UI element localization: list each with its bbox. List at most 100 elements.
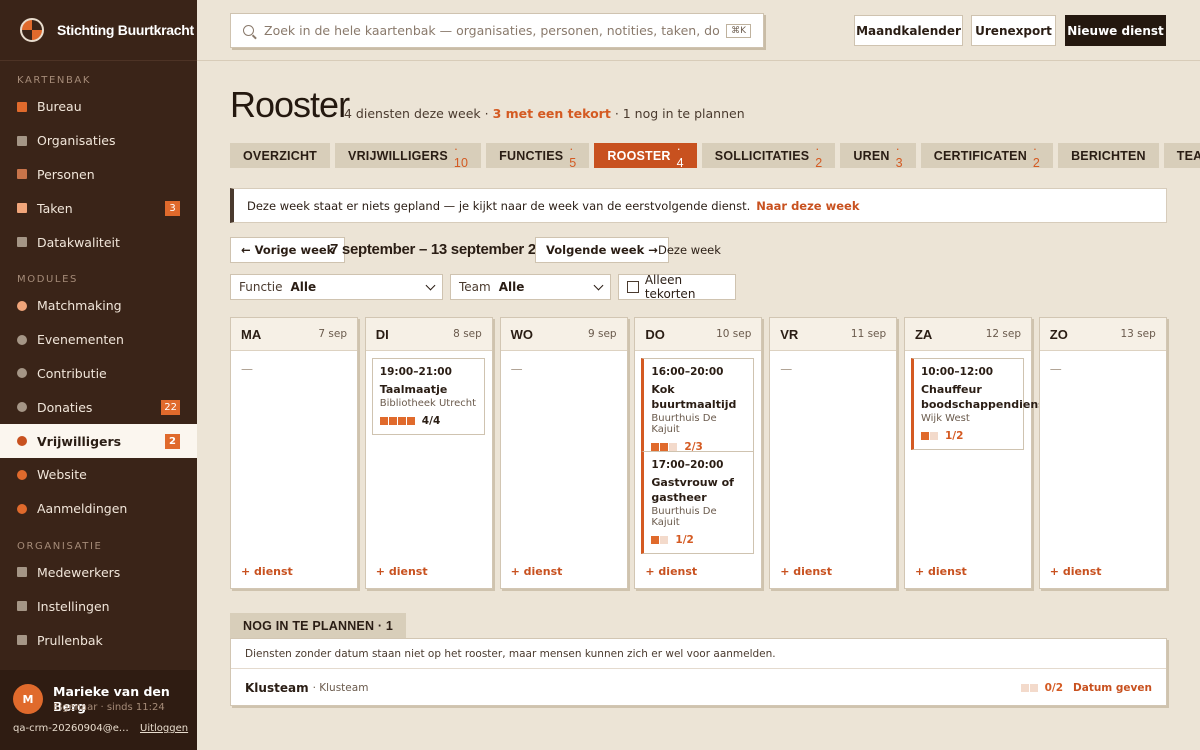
unplanned-tab[interactable]: NOG IN TE PLANNEN · 1: [230, 613, 407, 638]
to-this-week-link[interactable]: Naar deze week: [756, 199, 859, 213]
section-organisatie: ORGANISATIE: [17, 540, 103, 552]
capacity-pip: [669, 443, 678, 451]
sidebar-item-vrijwilligers[interactable]: Vrijwilligers 2: [0, 424, 197, 458]
function-select[interactable]: Functie Alle: [230, 274, 443, 300]
team-select[interactable]: Team Alle: [450, 274, 611, 300]
capacity-pip: [397, 417, 406, 425]
shift-card[interactable]: 17:00–20:00 Gastvrouw of gastheer Buurth…: [641, 451, 755, 554]
checkbox-icon[interactable]: [627, 281, 639, 293]
subtitle-count: 4 diensten deze week ·: [344, 106, 489, 121]
sidebar-item-label: Medewerkers: [37, 564, 121, 580]
shift-time: 16:00–20:00: [651, 366, 724, 378]
this-week-link[interactable]: Deze week: [658, 243, 721, 257]
add-shift-link[interactable]: + dienst: [915, 565, 967, 578]
add-shift-link[interactable]: + dienst: [1050, 565, 1102, 578]
next-week-button[interactable]: Volgende week →: [535, 237, 669, 263]
capacity-pip: [651, 536, 660, 544]
count-badge: 2: [165, 433, 180, 449]
sidebar-item-instellingen[interactable]: Instellingen: [0, 589, 197, 623]
add-shift-link[interactable]: + dienst: [511, 565, 563, 578]
day-name: ZO: [1049, 326, 1068, 342]
unplanned-description: Diensten zonder datum staan niet op het …: [231, 639, 1166, 669]
tab-functies[interactable]: FUNCTIES · 5: [486, 142, 590, 170]
tab-count: · 2: [1032, 141, 1041, 170]
shift-card[interactable]: 16:00–20:00 Kok buurtmaaltijd Buurthuis …: [641, 358, 755, 461]
day-date: 8 sep: [453, 328, 482, 340]
main-content: Rooster 4 diensten deze week · 3 met een…: [197, 61, 1200, 750]
tab-count: · 3: [895, 141, 903, 170]
tab-overzicht[interactable]: OVERZICHT: [230, 143, 331, 168]
circle-icon: [17, 368, 27, 379]
tab-teams[interactable]: TEAMS: [1163, 143, 1200, 168]
day-column-do: DO 10 sep 16:00–20:00 Kok buurtmaaltijd B…: [634, 317, 763, 589]
tab-certificaten[interactable]: CERTIFICATEN · 2: [920, 141, 1054, 170]
tab-label: OVERZICHT: [243, 148, 318, 163]
add-shift-link[interactable]: + dienst: [376, 565, 428, 578]
sidebar-item-aanmeldingen[interactable]: Aanmeldingen: [0, 492, 197, 526]
capacity-pip: [651, 443, 660, 451]
day-name: DO: [645, 326, 665, 342]
day-name: MA: [241, 326, 262, 342]
shift-name: Gastvrouw of gastheer: [651, 476, 734, 504]
sidebar-item-personen[interactable]: Personen: [0, 158, 197, 192]
empty-dash: —: [1049, 362, 1062, 376]
tab-count: · 4: [676, 141, 684, 170]
search-input[interactable]: Zoek in de hele kaartenbak — organisatie…: [230, 13, 764, 48]
hours-export-button[interactable]: Urenexport: [971, 15, 1056, 46]
month-calendar-button[interactable]: Maandkalender: [854, 15, 963, 46]
tab-rooster[interactable]: ROOSTER · 4: [594, 141, 697, 170]
search-placeholder: Zoek in de hele kaartenbak — organisatie…: [264, 23, 720, 38]
shift-place: Wijk West: [920, 413, 970, 424]
tab-sollicitaties[interactable]: SOLLICITATIES · 2: [701, 142, 836, 170]
capacity-pip: [379, 417, 388, 425]
sidebar-item-contributie[interactable]: Contributie: [0, 357, 197, 391]
sidebar-item-datakwaliteit[interactable]: Datakwaliteit: [0, 225, 197, 259]
sidebar-item-donaties[interactable]: Donaties 22: [0, 390, 197, 424]
sidebar-item-prullenbak[interactable]: Prullenbak: [0, 623, 197, 657]
shortage-checkbox[interactable]: Alleen tekorten: [618, 273, 736, 301]
filter-label: Team: [459, 280, 491, 294]
sidebar-item-label: Matchmaking: [37, 298, 122, 314]
prev-week-button[interactable]: ← Vorige week: [230, 237, 346, 263]
add-shift-link[interactable]: + dienst: [645, 565, 697, 578]
tab-label: SOLLICITATIES: [714, 148, 810, 163]
sidebar-item-label: Datakwaliteit: [37, 234, 120, 250]
capacity-count: 4/4: [421, 415, 441, 427]
sidebar-item-medewerkers[interactable]: Medewerkers: [0, 556, 197, 590]
tab-count: · 10: [453, 141, 469, 170]
checkbox-label: Alleen tekorten: [644, 273, 696, 301]
tab-vrijwilligers[interactable]: VRIJWILLIGERS · 10: [335, 141, 482, 170]
day-date: 7 sep: [318, 328, 347, 340]
capacity: 4/4: [379, 415, 477, 427]
new-shift-button[interactable]: Nieuwe dienst: [1065, 15, 1166, 46]
sidebar-item-matchmaking[interactable]: Matchmaking: [0, 289, 197, 323]
tab-label: BERICHTEN: [1071, 148, 1146, 163]
sidebar-item-organisaties[interactable]: Organisaties: [0, 124, 197, 158]
unplanned-row[interactable]: Klusteam · Klusteam 0/2 Datum geven: [231, 669, 1166, 706]
shift-card[interactable]: 10:00–12:00 Chauffeur boodschappendienst…: [910, 358, 1050, 450]
filter-value: Alle: [290, 280, 317, 294]
give-date-link[interactable]: Datum geven: [1073, 682, 1152, 694]
logout-link[interactable]: Uitloggen: [140, 723, 188, 734]
sidebar-item-evenementen[interactable]: Evenementen: [0, 323, 197, 357]
sidebar-item-website[interactable]: Website: [0, 458, 197, 492]
empty-dash: —: [241, 362, 253, 376]
shift-place: Buurthuis De Kajuit: [651, 413, 717, 435]
tab-uren[interactable]: UREN · 3: [840, 141, 916, 170]
tab-berichten[interactable]: BERICHTEN: [1058, 143, 1159, 168]
sidebar-item-taken[interactable]: Taken 3: [0, 191, 197, 225]
brand[interactable]: Stichting Buurtkracht: [0, 0, 197, 61]
capacity-pips: [379, 417, 416, 425]
add-shift-link[interactable]: + dienst: [780, 565, 832, 578]
notice-text: Deze week staat er niets gepland — je ki…: [247, 198, 751, 213]
tab-label: TEAMS: [1176, 148, 1200, 163]
notice-banner: Deze week staat er niets gepland — je ki…: [230, 188, 1167, 223]
capacity: 1/2: [651, 534, 746, 546]
sidebar-item-bureau[interactable]: Bureau: [0, 90, 197, 124]
sidebar-item-label: Personen: [37, 166, 95, 182]
add-shift-link[interactable]: + dienst: [241, 565, 293, 578]
section-kaartenbak: KARTENBAK: [17, 75, 92, 86]
shift-card[interactable]: 19:00–21:00 Taalmaatje Bibliotheek Utrec…: [371, 358, 485, 435]
day-date: 10 sep: [716, 328, 752, 340]
user-panel: M Marieke van den Berg Eigenaar · sinds …: [0, 670, 197, 750]
